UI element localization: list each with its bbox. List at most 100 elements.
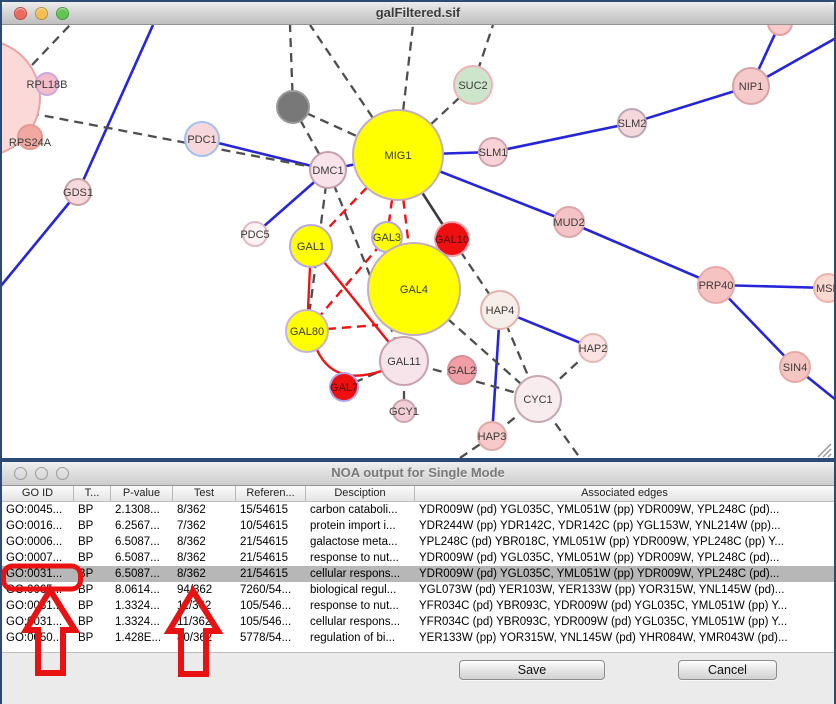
cell-desc: carbon cataboli... — [306, 502, 415, 518]
node-label: GAL7 — [330, 382, 358, 394]
network-window-title: galFiltered.sif — [2, 5, 834, 20]
node-label: SLM1 — [479, 147, 508, 159]
cell-type: BP — [74, 534, 111, 550]
node-label: DMC1 — [312, 165, 343, 177]
table-row[interactable]: GO:0065...BP8.0614...94/3627260/54...bio… — [2, 582, 834, 598]
cell-p: 2.1308... — [111, 502, 173, 518]
node-label: NIP1 — [739, 81, 763, 93]
node-label: SUC2 — [458, 80, 487, 92]
edge-sel-pp[interactable] — [315, 345, 390, 376]
table-row[interactable]: GO:0031...BP1.3324...11/362105/546...res… — [2, 598, 834, 614]
edge-pd[interactable] — [32, 25, 70, 65]
cell-go: GO:0031... — [2, 566, 74, 582]
cell-ref: 10/54615 — [236, 518, 306, 534]
cell-edges: YDR009W (pd) YGL035C, YML051W (pp) YDR00… — [415, 566, 834, 582]
cell-type: BP — [74, 518, 111, 534]
node-label: HAP2 — [579, 343, 608, 355]
cell-p: 8.0614... — [111, 582, 173, 598]
edge-sel-pd[interactable] — [327, 325, 378, 329]
cell-test: 94/362 — [173, 582, 236, 598]
cell-edges: YGL073W (pd) YER103W, YER133W (pp) YOR31… — [415, 582, 834, 598]
cell-edges: YER133W (pp) YOR315W, YNL145W (pd) YHR08… — [415, 630, 834, 646]
node-label: GDS1 — [63, 187, 93, 199]
cancel-button[interactable]: Cancel — [678, 660, 777, 680]
cell-ref: 21/54615 — [236, 550, 306, 566]
column-header-type[interactable]: T... — [74, 486, 111, 501]
cell-p: 6.5087... — [111, 566, 173, 582]
edge-pp[interactable] — [493, 123, 632, 152]
table-row[interactable]: GO:0050...BP1.428E...80/3625778/54...reg… — [2, 630, 834, 646]
column-header-ref[interactable]: Referen... — [236, 486, 306, 501]
table-row[interactable]: GO:0007...BP6.5087...8/36221/54615respon… — [2, 550, 834, 566]
cell-ref: 21/54615 — [236, 534, 306, 550]
cell-go: GO:0031... — [2, 614, 74, 630]
cell-desc: biological regul... — [306, 582, 415, 598]
cell-edges: YFR034C (pd) YBR093C, YDR009W (pd) YGL03… — [415, 614, 834, 630]
node-label: SLM2 — [618, 118, 647, 130]
node-label: GAL3 — [373, 232, 401, 244]
cell-edges: YDR244W (pp) YDR142C, YDR142C (pp) YGL15… — [415, 518, 834, 534]
save-button[interactable]: Save — [459, 660, 605, 680]
noa-window-titlebar[interactable]: NOA output for Single Mode — [2, 462, 834, 486]
cell-test: 11/362 — [173, 598, 236, 614]
column-header-edges[interactable]: Associated edges — [415, 486, 834, 501]
network-canvas[interactable]: RPL18BRPS24AGDS1PDC1DMC1MIG1SUC2SLM1SLM2… — [2, 25, 834, 458]
table-row[interactable]: GO:0045...BP2.1308...8/36215/54615carbon… — [2, 502, 834, 518]
cell-go: GO:0031... — [2, 598, 74, 614]
edge-pp[interactable] — [2, 192, 78, 287]
node-tr[interactable] — [768, 25, 792, 35]
cell-edges: YDR009W (pd) YGL035C, YML051W (pp) YDR00… — [415, 550, 834, 566]
cell-desc: response to nut... — [306, 598, 415, 614]
edge-pd[interactable] — [30, 113, 328, 170]
table-row[interactable]: GO:0031...BP6.5087...8/36221/54615cellul… — [2, 566, 834, 582]
cell-type: BP — [74, 502, 111, 518]
cell-desc: cellular respons... — [306, 566, 415, 582]
column-header-desc[interactable]: Desciption — [306, 486, 415, 501]
cell-go: GO:0016... — [2, 518, 74, 534]
cell-ref: 105/546... — [236, 598, 306, 614]
cell-p: 1.3324... — [111, 598, 173, 614]
node-label: GAL11 — [387, 356, 420, 368]
node-gray[interactable] — [277, 91, 309, 123]
noa-output-window: NOA output for Single Mode GO IDT...P-va… — [2, 462, 834, 704]
cell-p: 1.3324... — [111, 614, 173, 630]
edge-pp[interactable] — [569, 222, 716, 285]
cell-p: 6.5087... — [111, 534, 173, 550]
cell-ref: 15/54615 — [236, 502, 306, 518]
edge-pp[interactable] — [202, 139, 328, 170]
cell-test: 8/362 — [173, 534, 236, 550]
cell-ref: 5778/54... — [236, 630, 306, 646]
results-table-header: GO IDT...P-valueTestReferen...Desciption… — [2, 486, 834, 502]
cell-go: GO:0007... — [2, 550, 74, 566]
cell-test: 11/362 — [173, 614, 236, 630]
cell-test: 7/362 — [173, 518, 236, 534]
column-header-go[interactable]: GO ID — [2, 486, 74, 501]
node-label: GAL2 — [448, 365, 476, 377]
node-label: HAP4 — [486, 305, 515, 317]
node-label: PRP40 — [699, 280, 734, 292]
cell-ref: 21/54615 — [236, 566, 306, 582]
node-label: RPS24A — [9, 137, 52, 149]
table-row[interactable]: GO:0016...BP6.2567...7/36210/54615protei… — [2, 518, 834, 534]
resize-grip[interactable] — [818, 444, 831, 457]
cell-p: 6.5087... — [111, 550, 173, 566]
cell-p: 6.2567... — [111, 518, 173, 534]
network-window: galFiltered.sif RPL18BRPS24AGDS1PDC1DMC1… — [2, 2, 834, 458]
column-header-p[interactable]: P-value — [111, 486, 173, 501]
noa-window-title: NOA output for Single Mode — [2, 465, 834, 480]
cell-go: GO:0045... — [2, 502, 74, 518]
column-header-test[interactable]: Test — [173, 486, 236, 501]
edge-pp[interactable] — [78, 25, 153, 192]
cell-test: 8/362 — [173, 502, 236, 518]
cell-test: 80/362 — [173, 630, 236, 646]
cell-test: 8/362 — [173, 550, 236, 566]
node-label: GAL10 — [435, 234, 469, 246]
node-label: RPL18B — [27, 79, 68, 91]
cell-type: BP — [74, 614, 111, 630]
node-label: GAL80 — [290, 326, 324, 338]
node-label: HAP3 — [478, 431, 507, 443]
table-row[interactable]: GO:0006...BP6.5087...8/36221/54615galact… — [2, 534, 834, 550]
network-window-titlebar[interactable]: galFiltered.sif — [2, 2, 834, 25]
cell-ref: 7260/54... — [236, 582, 306, 598]
table-row[interactable]: GO:0031...BP1.3324...11/362105/546...cel… — [2, 614, 834, 630]
